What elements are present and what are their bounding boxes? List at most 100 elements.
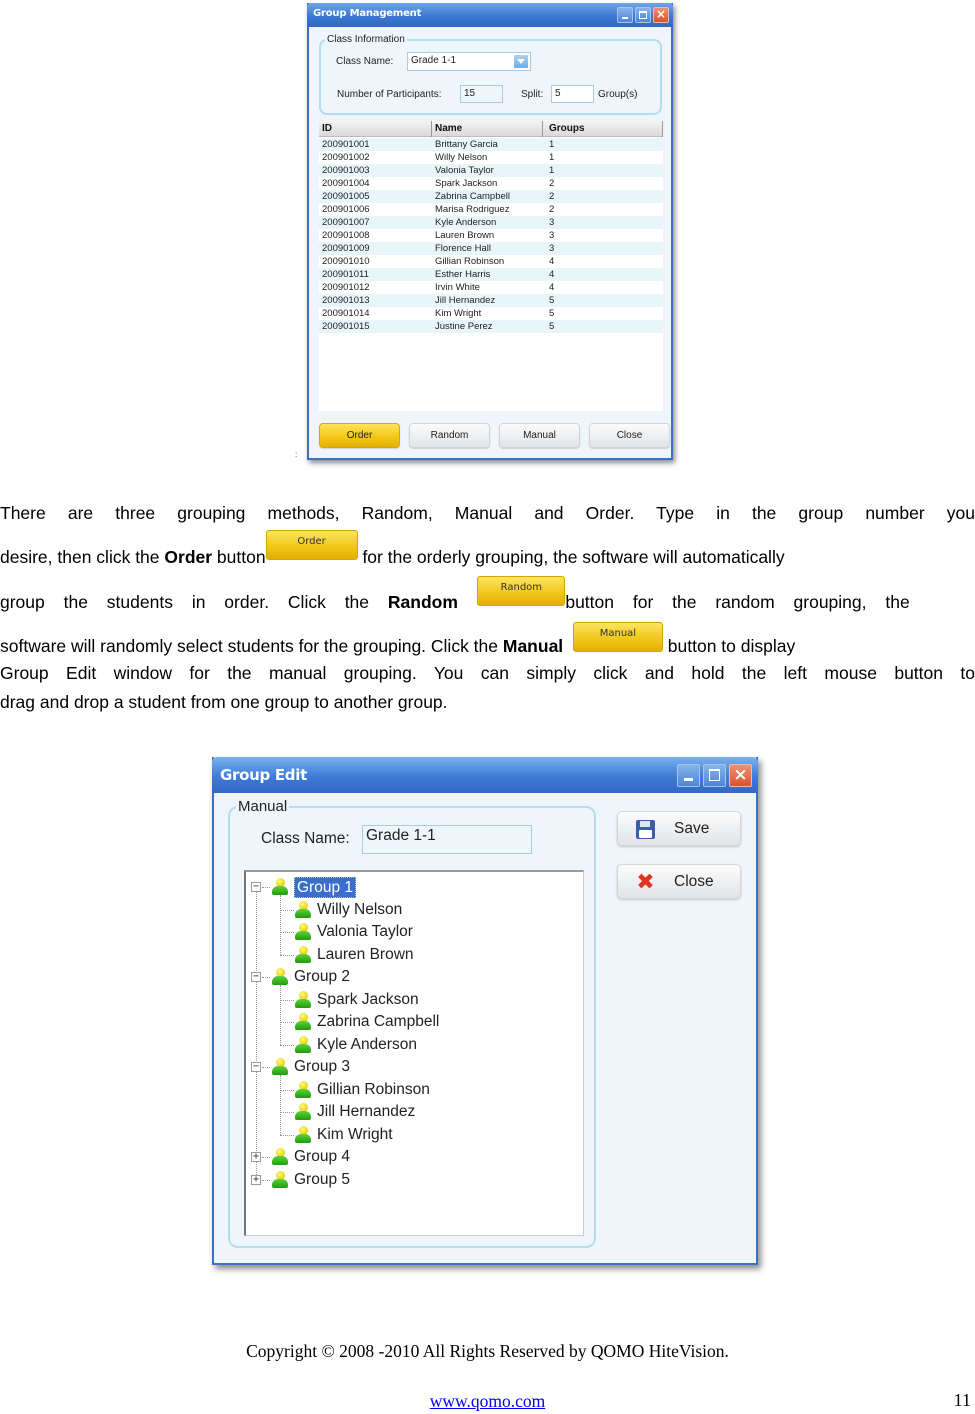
table-row[interactable]: 200901001 Brittany Garcia 1 [319, 138, 663, 151]
tree-member-node[interactable]: Gillian Robinson [294, 1079, 430, 1101]
person-icon [294, 1080, 312, 1099]
close-window-button[interactable]: × [653, 7, 669, 23]
class-name-label: Class Name: [336, 56, 394, 67]
class-name-field: Grade 1-1 [362, 825, 532, 854]
participants-table[interactable]: ID Name Groups 200901001 Brittany Garcia 1… [319, 121, 663, 411]
table-row[interactable]: 200901013 Jill Hernandez 5 [319, 294, 663, 307]
tree-connector [280, 999, 294, 1001]
column-header-id[interactable]: ID [319, 121, 432, 137]
close-button[interactable]: ✖ Close [617, 864, 741, 899]
person-icon [271, 1170, 289, 1189]
order-button[interactable]: Order [319, 423, 400, 448]
column-header-name[interactable]: Name [432, 121, 543, 137]
cell-group: 1 [549, 139, 555, 150]
tree-group-node[interactable]: Group 4 [271, 1146, 350, 1168]
tree-group-node[interactable]: Group 2 [271, 966, 350, 988]
table-row[interactable]: 200901006 Marisa Rodriguez 2 [319, 203, 663, 216]
tree-group-node[interactable]: Group 1 [271, 876, 357, 898]
table-row[interactable]: 200901009 Florence Hall 3 [319, 242, 663, 255]
chevron-down-icon[interactable] [514, 55, 528, 68]
minimize-button[interactable] [617, 7, 633, 23]
table-row[interactable]: 200901012 Irvin White 4 [319, 281, 663, 294]
tree-member-node[interactable]: Kyle Anderson [294, 1034, 417, 1056]
tree-connector [280, 909, 294, 911]
paragraph-line: drag and drop a student from one group t… [0, 692, 448, 712]
red-x-icon: ✖ [636, 870, 655, 895]
close-icon: × [733, 765, 748, 785]
collapse-icon[interactable]: − [251, 1062, 261, 1072]
collapse-icon[interactable]: − [251, 972, 261, 982]
tree-group-label: Group 5 [294, 1170, 351, 1188]
table-row[interactable]: 200901004 Spark Jackson 2 [319, 177, 663, 190]
table-row[interactable]: 200901014 Kim Wright 5 [319, 307, 663, 320]
tree-member-node[interactable]: Spark Jackson [294, 989, 419, 1011]
random-button-image: Random [477, 576, 566, 607]
expand-icon[interactable]: + [251, 1152, 261, 1162]
table-row[interactable]: 200901011 Esther Harris 4 [319, 268, 663, 281]
table-header: ID Name Groups [319, 121, 663, 137]
random-button[interactable]: Random [409, 423, 490, 448]
cell-id: 200901009 [322, 243, 370, 254]
tree-connector [256, 888, 257, 1177]
close-window-button[interactable]: × [729, 764, 752, 787]
text-run: for the orderly grouping, the software w… [357, 547, 785, 567]
manual-button[interactable]: Manual [499, 423, 580, 448]
tree-member-node[interactable]: Zabrina Campbell [294, 1011, 439, 1033]
tree-group-node[interactable]: Group 3 [271, 1056, 350, 1078]
paragraph-line: Group Edit window for the manual groupin… [0, 663, 975, 683]
maximize-icon [709, 769, 720, 781]
close-button[interactable]: Close [589, 423, 670, 448]
table-row[interactable]: 200901007 Kyle Anderson 3 [319, 216, 663, 229]
window-title: Group Edit [220, 766, 307, 784]
table-row[interactable]: 200901003 Valonia Taylor 1 [319, 164, 663, 177]
person-body [295, 998, 311, 1008]
table-row[interactable]: 200901005 Zabrina Campbell 2 [319, 190, 663, 203]
title-bar[interactable]: Group Management × [307, 3, 673, 27]
table-row[interactable]: 200901008 Lauren Brown 3 [319, 229, 663, 242]
table-row[interactable]: 200901010 Gillian Robinson 4 [319, 255, 663, 268]
person-body [272, 1156, 288, 1165]
stray-mark: : [295, 450, 298, 459]
minimize-button[interactable] [677, 764, 700, 787]
tree-connector [262, 1179, 270, 1181]
order-button-image: Order [265, 530, 358, 561]
tree-connector [280, 895, 281, 955]
class-name-dropdown[interactable]: Grade 1-1 [407, 52, 531, 71]
person-icon [294, 1103, 312, 1121]
column-header-groups[interactable]: Groups [543, 121, 663, 137]
bold-term-manual: Manual [502, 636, 564, 656]
table-row[interactable]: 200901015 Justine Perez 5 [319, 320, 663, 333]
paragraph-line: software will randomly select students f… [0, 622, 975, 657]
tree-connector [262, 1157, 270, 1158]
tree-member-node[interactable]: Valonia Taylor [294, 921, 413, 943]
cell-group: 5 [549, 321, 555, 332]
maximize-button[interactable] [703, 764, 726, 787]
text-run: group the students in order. Click the [0, 592, 388, 612]
tree-member-node[interactable]: Kim Wright [294, 1124, 393, 1146]
collapse-icon[interactable]: − [251, 882, 261, 892]
tree-member-node[interactable]: Lauren Brown [294, 944, 414, 966]
split-input[interactable]: 5 [551, 85, 594, 103]
table-row[interactable]: 200901002 Willy Nelson 1 [319, 151, 663, 164]
person-icon [294, 1125, 312, 1144]
title-bar[interactable]: Group Edit × [212, 757, 758, 793]
tree-group-node[interactable]: Group 5 [271, 1169, 350, 1191]
cell-id: 200901012 [322, 282, 370, 293]
text-run: desire, then click the [0, 547, 165, 567]
cell-group: 1 [549, 152, 555, 163]
tree-member-node[interactable]: Willy Nelson [294, 899, 402, 921]
tree-connector [262, 1067, 270, 1068]
cell-id: 200901004 [322, 178, 370, 189]
expand-icon[interactable]: + [251, 1174, 261, 1185]
split-value: 5 [555, 88, 561, 99]
cell-name: Willy Nelson [435, 152, 488, 163]
group-tree[interactable]: − Group 1 Willy Nelson Valonia Taylor Lauren… [244, 870, 584, 1236]
close-label: Close [674, 873, 714, 890]
class-information-group: Class Information Class Name: Grade 1-1 … [319, 34, 662, 115]
class-name-value: Grade 1-1 [411, 55, 457, 66]
person-icon [271, 1148, 289, 1166]
tree-member-node[interactable]: Jill Hernandez [294, 1101, 415, 1123]
save-button[interactable]: Save [617, 811, 741, 846]
maximize-button[interactable] [635, 7, 651, 23]
website-link[interactable]: www.qomo.com [0, 1391, 975, 1412]
